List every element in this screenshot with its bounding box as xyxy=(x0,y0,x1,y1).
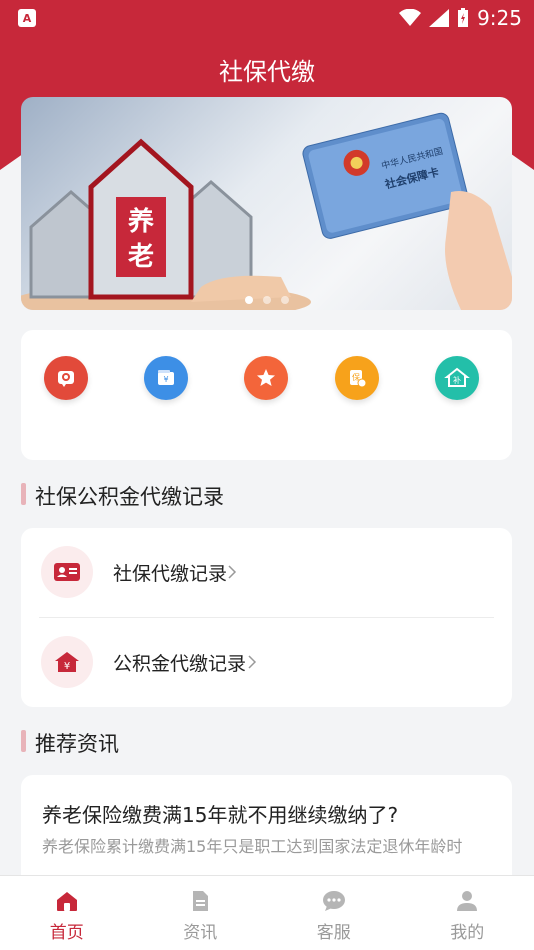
house-char-2: 老 xyxy=(128,242,154,272)
star-icon[interactable] xyxy=(244,356,288,400)
record-row-housing-fund[interactable]: ¥ 公积金代缴记录 xyxy=(21,618,512,706)
housing-fund-icon[interactable]: 补 xyxy=(435,356,479,400)
records-section-title: 社保公积金代缴记录 xyxy=(21,481,224,511)
chevron-right-icon xyxy=(248,655,257,669)
id-card-icon xyxy=(41,546,93,598)
carousel-dot[interactable] xyxy=(244,296,253,304)
status-bar: A 9:25 xyxy=(0,0,534,36)
quick-actions-card: ¥ 保 补 xyxy=(21,330,512,460)
svg-text:补: 补 xyxy=(453,375,461,385)
records-card: 社保代缴记录 ¥ 公积金代缴记录 xyxy=(21,528,512,707)
page-title: 社保代缴 xyxy=(219,58,315,86)
tab-label: 客服 xyxy=(316,923,351,943)
carousel-dot[interactable] xyxy=(262,296,271,304)
user-icon xyxy=(457,891,478,911)
record-row-social-insurance[interactable]: 社保代缴记录 xyxy=(21,528,512,616)
carousel-dots xyxy=(21,296,512,304)
news-item[interactable]: 养老保险缴费满15年就不用继续缴纳了? 养老保险累计缴费满15年只是职工达到国家… xyxy=(21,775,512,885)
document-icon xyxy=(193,891,209,911)
banner-carousel[interactable]: 养 老 中华人民共和国 社会保障卡 xyxy=(21,97,512,310)
tab-home[interactable]: 首页 xyxy=(0,876,134,950)
banner-illustration: 养 老 中华人民共和国 社会保障卡 xyxy=(21,112,512,310)
tab-label: 首页 xyxy=(49,923,84,943)
tab-profile[interactable]: 我的 xyxy=(401,876,534,950)
clock: 9:25 xyxy=(477,6,522,30)
home-icon xyxy=(56,892,77,911)
svg-text:¥: ¥ xyxy=(163,375,168,384)
wallet-yuan-icon[interactable]: ¥ xyxy=(144,356,188,400)
news-section-title: 推荐资讯 xyxy=(21,728,119,758)
chat-icon xyxy=(322,891,345,911)
tab-news[interactable]: 资讯 xyxy=(134,876,268,950)
payment-icon[interactable] xyxy=(44,356,88,400)
app-notification-icon: A xyxy=(18,9,36,27)
tab-bar: 首页 资讯 客服 我的 xyxy=(0,875,534,950)
wifi-icon xyxy=(399,9,422,26)
carousel-dot[interactable] xyxy=(280,296,289,304)
tab-label: 我的 xyxy=(450,923,485,943)
news-summary: 养老保险累计缴费满15年只是职工达到国家法定退休年龄时 xyxy=(42,837,463,856)
insurance-icon[interactable]: 保 xyxy=(335,356,379,400)
battery-icon xyxy=(458,8,469,27)
record-label: 社保代缴记录 xyxy=(113,562,228,585)
house-char-1: 养 xyxy=(127,206,154,237)
tab-label: 资讯 xyxy=(183,923,218,943)
news-title: 养老保险缴费满15年就不用继续缴纳了? xyxy=(42,803,399,827)
signal-icon xyxy=(429,9,450,27)
tab-service[interactable]: 客服 xyxy=(267,876,401,950)
house-yuan-icon: ¥ xyxy=(41,636,93,688)
chevron-right-icon xyxy=(228,565,237,579)
record-label: 公积金代缴记录 xyxy=(113,652,247,675)
svg-text:¥: ¥ xyxy=(64,661,70,672)
